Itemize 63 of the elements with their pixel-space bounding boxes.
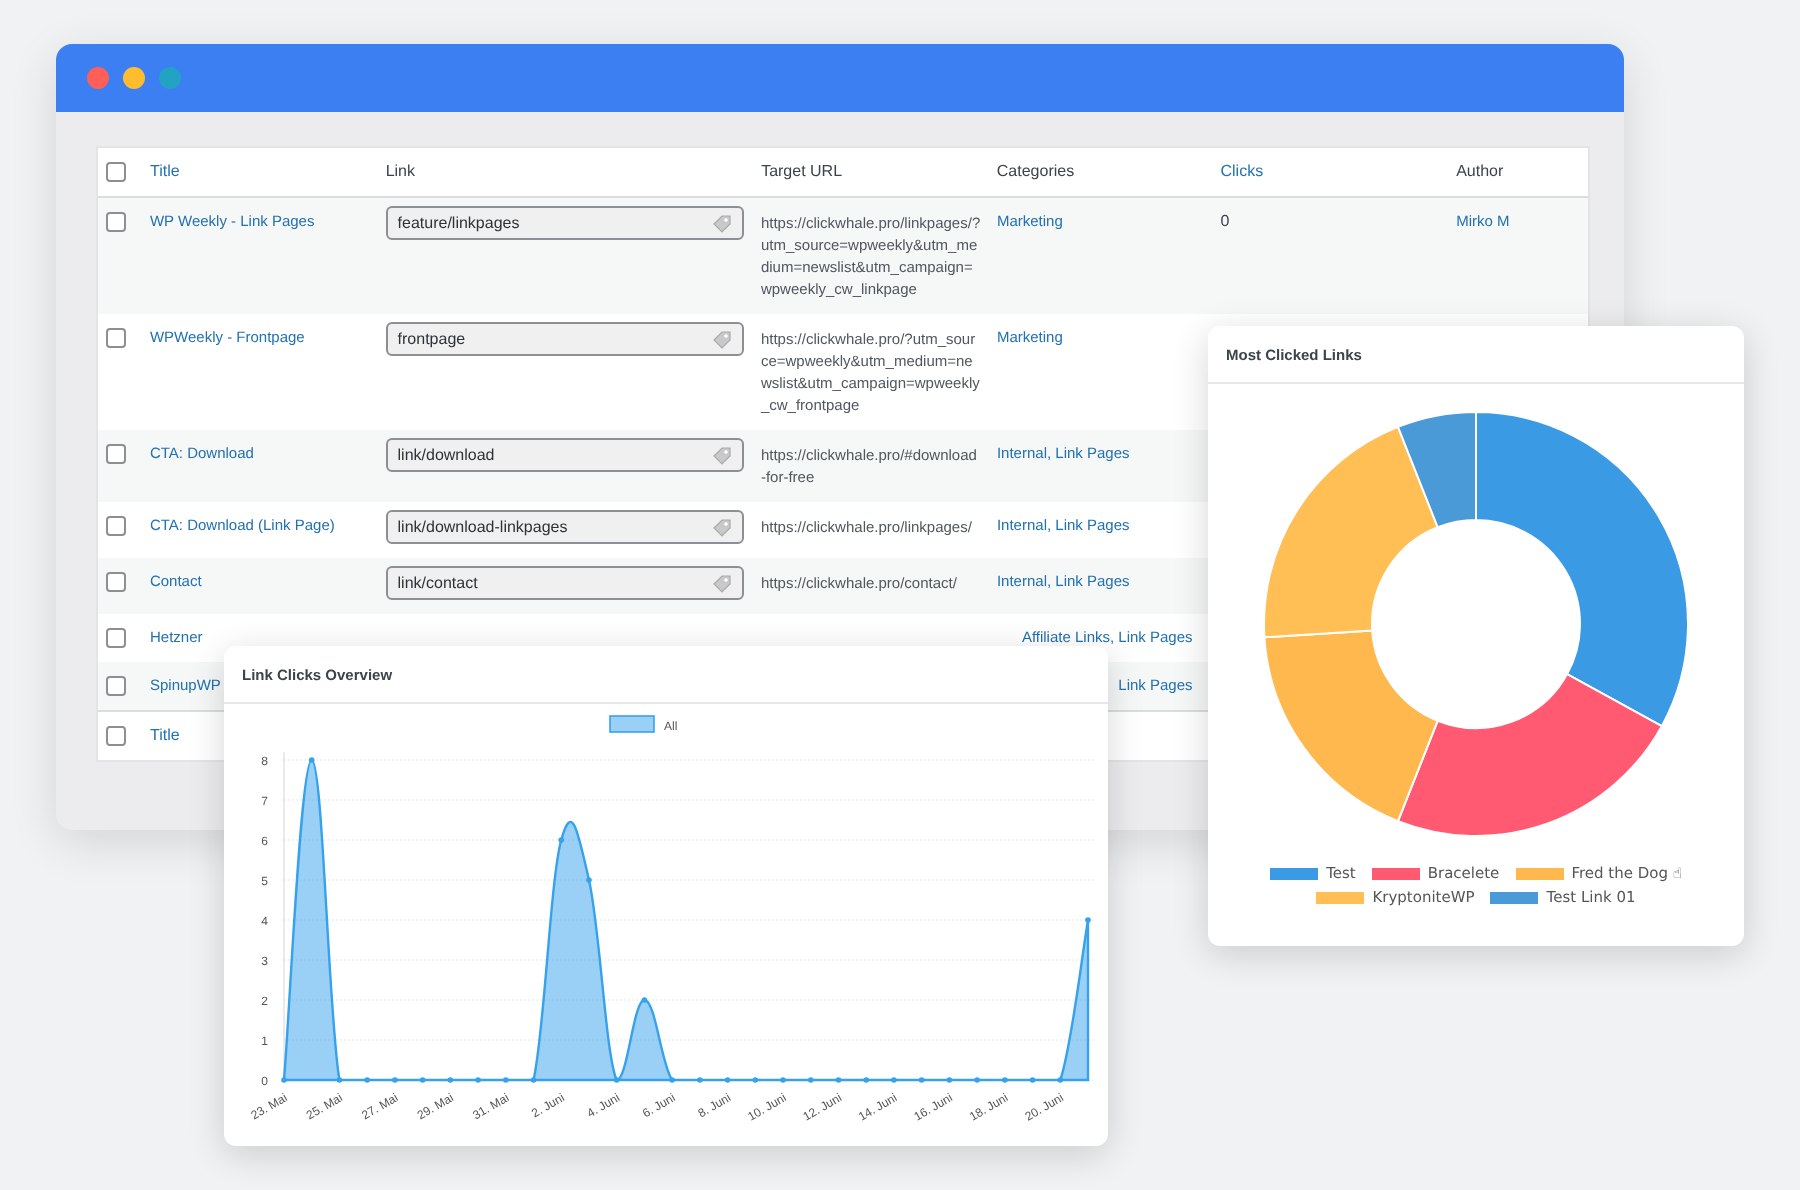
select-all-checkbox[interactable] — [106, 162, 126, 182]
column-header[interactable]: Title — [149, 162, 180, 180]
row-checkbox[interactable] — [106, 328, 126, 348]
data-point — [392, 1077, 398, 1083]
tag-icon — [712, 573, 733, 593]
row-checkbox[interactable] — [106, 444, 126, 464]
data-point — [641, 997, 648, 1003]
column-header[interactable]: Clicks — [1220, 162, 1264, 180]
row-checkbox[interactable] — [106, 212, 126, 232]
data-point — [918, 1077, 925, 1083]
data-point — [946, 1077, 953, 1083]
data-point — [503, 1077, 509, 1083]
data-point — [1029, 1077, 1036, 1083]
data-point — [336, 1077, 343, 1083]
column-header: Link — [385, 162, 416, 180]
data-point — [447, 1077, 454, 1083]
tag-icon — [712, 445, 733, 465]
data-point — [863, 1077, 869, 1083]
data-point — [807, 1077, 814, 1083]
row-checkbox[interactable] — [106, 628, 126, 648]
link-field[interactable]: link/contact — [385, 566, 745, 600]
legend-swatch[interactable] — [1490, 891, 1539, 903]
data-point — [1057, 1077, 1064, 1083]
data-point — [835, 1077, 842, 1083]
tag-icon — [712, 329, 733, 349]
data-point — [308, 757, 315, 763]
legend-swatch[interactable] — [1515, 867, 1564, 879]
link-field[interactable]: feature/linkpages — [385, 206, 745, 240]
column-header: Author — [1456, 162, 1504, 180]
tag-icon — [712, 517, 733, 537]
data-point — [1002, 1077, 1008, 1083]
data-point — [558, 837, 565, 843]
data-point — [586, 877, 592, 883]
column-header: Categories — [996, 162, 1075, 180]
row-checkbox[interactable] — [106, 516, 126, 536]
data-point — [419, 1077, 426, 1083]
data-point — [724, 1077, 731, 1083]
data-point — [669, 1077, 675, 1083]
legend-swatch[interactable] — [1316, 891, 1365, 903]
link-field[interactable]: frontpage — [385, 322, 745, 356]
row-checkbox[interactable] — [106, 572, 126, 592]
data-point — [364, 1077, 370, 1083]
data-point — [891, 1077, 897, 1083]
select-all-checkbox[interactable] — [106, 726, 126, 746]
data-point — [530, 1077, 537, 1083]
data-point — [780, 1077, 786, 1083]
data-point — [1085, 917, 1091, 923]
data-point — [697, 1077, 703, 1083]
legend-swatch[interactable] — [609, 715, 655, 733]
link-field[interactable]: link/download — [385, 438, 745, 472]
column-header: Target URL — [761, 162, 843, 180]
click-count: 0 — [1220, 212, 1230, 230]
column-header[interactable]: Title — [150, 726, 180, 744]
data-point — [281, 1077, 287, 1083]
data-point — [613, 1077, 620, 1083]
legend-swatch[interactable] — [1270, 867, 1319, 879]
tag-icon — [712, 213, 733, 233]
data-point — [974, 1077, 980, 1083]
row-checkbox[interactable] — [106, 676, 126, 696]
data-point — [475, 1077, 481, 1083]
data-point — [752, 1077, 759, 1083]
legend-swatch[interactable] — [1371, 867, 1420, 879]
link-field[interactable]: link/download-linkpages — [385, 510, 745, 544]
